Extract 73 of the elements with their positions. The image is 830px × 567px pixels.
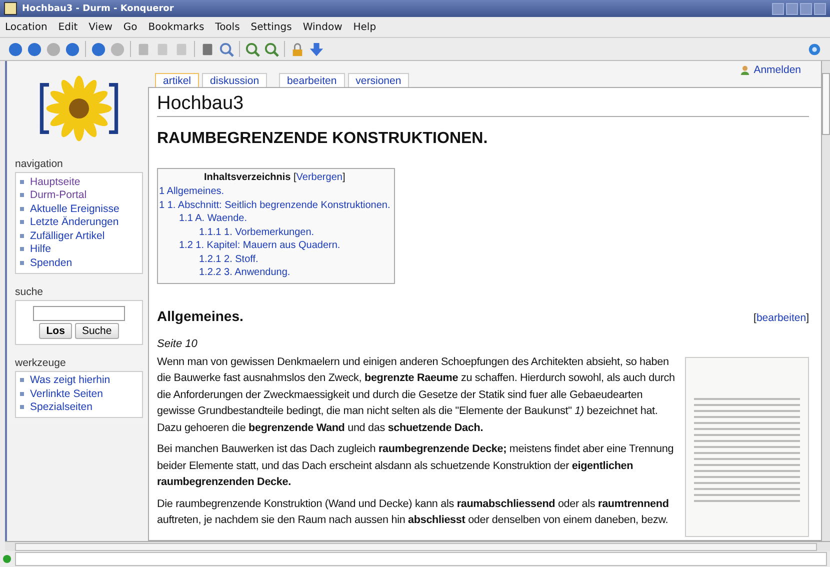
menu-item[interactable]: Go [123,22,138,32]
article-heading: RAUMBEGRENZENDE KONSTRUKTIONEN. [157,130,489,148]
toc-link[interactable]: 1.2.1 2. Stoff. [199,254,258,264]
toc-link[interactable]: 1.1 A. Waende. [179,213,248,224]
sidebar-heading: navigation [15,158,64,170]
toc-link[interactable]: 1.2.2 3. Anwendung. [199,267,290,278]
scanned-page-placeholder[interactable] [685,356,809,536]
paragraph: Bei manchen Bauwerken ist das Dach zugleich raumbegrenzende Decke; meistens findet aber eine Trennung beider Elemente statt, und das Dach erscheint alsdann als schuetzende Konstruktion der eigentlichen raumbegrenzenden Decke. [157,442,675,490]
bullet-icon [20,220,24,224]
search-button[interactable]: Los [39,322,72,338]
bullet-icon [20,247,24,252]
find-icon[interactable] [219,42,234,56]
app-icon [4,2,17,15]
hide-link[interactable]: Verbergen [296,172,342,183]
zoom-out-icon[interactable] [264,42,279,56]
sidebar-link[interactable]: Hauptseite [30,176,80,188]
user-icon [740,65,750,75]
horizontal-scrollbar[interactable] [5,541,830,551]
sidebar-link[interactable]: Was zeigt hierhin [30,374,110,386]
toc-link[interactable]: 1 1. Abschnitt: Seitlich begrenzende Konstruktionen. [159,200,390,210]
toc-link[interactable]: 1.1.1 1. Vorbemerkungen. [199,226,314,238]
sidebar-link[interactable]: Spenden [30,256,72,269]
paragraph: Wenn man von gewissen Denkmaelern und einigen anderen Schoepfungen des Architekten absieht, so haben die Bauwerke fast ausnahmslos den Zweck, begrenzte Raeume zu schaffen. Hierdurch sowohl, als auch durch die Anforderungen der Zweckmaessigkeit und durch die Gesetze der Statik sind fuer alle Gebaeudearten gewisse Grundbestandteile bedingt, die man nicht selten als die "Elemente der Baukunst" 1) bezeichnet hat. Dazu gehoeren die begrenzende Wand und das schuetzende Dach. [157,354,676,436]
bullet-icon [20,206,24,211]
sidebar-link[interactable]: Hilfe [30,243,52,256]
sidebar-link[interactable]: Spezialseiten [30,401,92,414]
sidebar-link[interactable]: Aktuelle Ereignisse [30,202,120,215]
status-light-icon [3,555,11,563]
zoom-in-icon[interactable] [245,42,260,56]
tab[interactable]: bearbeiten [279,73,345,87]
bullet-icon [20,180,24,184]
sidebar-link[interactable]: Durm-Portal [30,189,87,202]
vertical-scrollbar[interactable] [821,61,830,541]
menu-item[interactable]: Settings [250,22,292,32]
bracket-close: ] [342,172,346,183]
search-button[interactable]: Suche [74,322,119,338]
tab[interactable]: artikel [155,73,200,87]
menu-item[interactable]: Window [302,22,342,32]
bullet-icon [20,260,24,265]
sidebar-link[interactable]: Zufälliger Artikel [30,230,105,242]
sidebar-heading: suche [15,286,44,298]
bullet-icon [20,378,24,382]
bullet-icon [20,392,24,396]
search-field[interactable] [33,306,125,320]
sidebar-link[interactable]: Verlinkte Seiten [30,388,103,400]
section-heading: Allgemeines. [157,308,244,324]
bullet-icon [20,234,24,238]
edit-link[interactable]: bearbeiten [756,312,806,324]
window-title: Hochbau3 - Durm - Konqueror [22,4,174,14]
bullet-icon [20,193,24,198]
toc-link[interactable]: 1.2 1. Kapitel: Mauern aus Quadern. [179,240,340,251]
padlock-icon[interactable] [290,42,305,56]
page-title: Hochbau3 [157,93,809,117]
bracket-open: [ [294,172,296,183]
menu-item[interactable]: Edit [58,22,78,32]
tab[interactable]: diskussion [202,73,268,87]
bracket-close: ] [806,312,809,324]
sidebar-heading: werkzeuge [15,356,67,368]
login-link[interactable]: Anmelden [754,64,801,76]
menu-item[interactable]: Bookmarks [148,22,204,32]
menu-item[interactable]: Help [353,22,376,32]
toc-title: Inhaltsverzeichnis [204,172,291,183]
bracket-open: [ [754,312,756,324]
menu-item[interactable]: View [88,22,112,32]
menu-item[interactable]: Location [5,22,48,32]
sidebar-link[interactable]: Letzte Änderungen [30,216,119,228]
tab[interactable]: versionen [348,73,410,87]
bullet-icon [20,405,24,410]
toc-link[interactable]: 1 Allgemeines. [159,186,224,197]
download-icon[interactable] [309,42,324,56]
paragraph: Die raumbegrenzende Konstruktion (Wand und Decke) kann als raumabschliessend oder als raumtrennend auftreten, je nachdem sie den Raum nach aussen hin abschliesst oder denselben von einem daneben, bezw. [157,496,670,528]
menu-item[interactable]: Tools [215,22,240,32]
page-note: Seite 10 [157,338,198,350]
